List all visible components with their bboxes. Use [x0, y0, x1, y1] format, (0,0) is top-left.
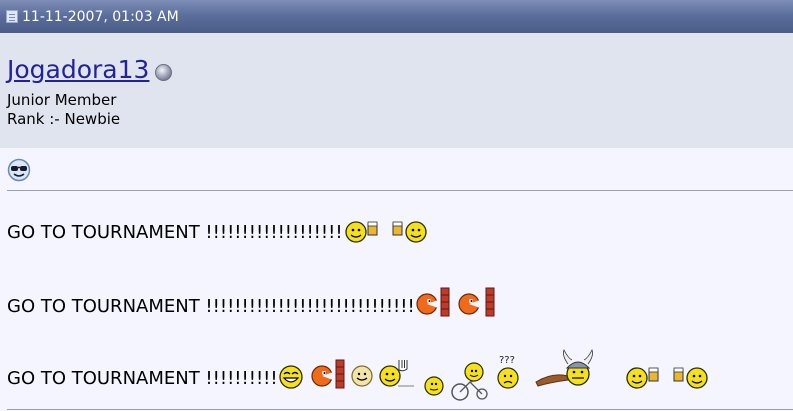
smile-smiley-icon [350, 364, 374, 388]
post-header-bar: 11-11-2007, 01:03 AM [0, 0, 793, 33]
user-title: Junior Member [7, 91, 117, 109]
username-link[interactable]: Jogadora13 [7, 55, 149, 85]
user-rank: Rank :- Newbie [7, 110, 121, 128]
wave-smiley-icon [376, 356, 416, 390]
post-date: 11-11-2007, 01:03 AM [22, 8, 179, 25]
post-text-line: GO TO TOURNAMENT !!!!!!!!!!!!!!!!!!! [7, 222, 343, 243]
pacman-brick-smiley-icon [415, 286, 499, 318]
bicycle-smiley-icon [423, 362, 488, 402]
confused-smiley-question-marks: ??? [499, 355, 515, 366]
divider [7, 190, 793, 191]
divider [7, 409, 793, 410]
post-icon [6, 10, 18, 23]
post-body: GO TO TOURNAMENT !!!!!!!!!!!!!!!!!!! GO … [0, 148, 793, 411]
grin-smiley-icon [278, 364, 304, 390]
beer-cheers-smiley-icon [624, 364, 712, 390]
beer-cheers-smiley-icon [343, 218, 431, 244]
viking-club-smiley-icon [534, 346, 604, 390]
online-status-icon [155, 63, 173, 81]
post-text-line: GO TO TOURNAMENT !!!!!!!!!!!!!!!!!!!!!!!… [7, 296, 415, 317]
post-line-3: GO TO TOURNAMENT !!!!!!!!!! ??? [7, 346, 712, 401]
user-info-panel: Jogadora13 Junior Member Rank :- Newbie [0, 33, 793, 148]
post-text-line: GO TO TOURNAMENT !!!!!!!!!! [7, 368, 278, 389]
pacman-brick-smiley-icon [310, 358, 346, 390]
post-line-2: GO TO TOURNAMENT !!!!!!!!!!!!!!!!!!!!!!!… [7, 286, 499, 318]
confused-smiley-icon: ??? [496, 354, 530, 390]
username-row: Jogadora13 [7, 55, 173, 85]
sunglasses-smiley-icon [7, 158, 31, 182]
post-line-1: GO TO TOURNAMENT !!!!!!!!!!!!!!!!!!! [7, 218, 431, 244]
